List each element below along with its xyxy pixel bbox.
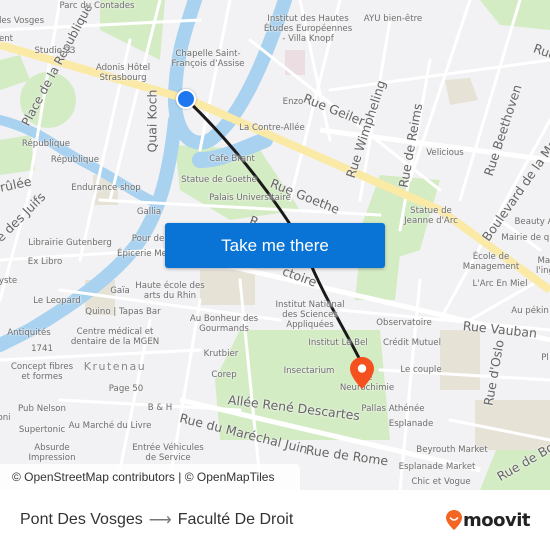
place-label: Concept fibres et formes	[10, 362, 74, 382]
place-label: Chic et Vogue	[411, 477, 471, 487]
place-label: Gallia	[136, 207, 162, 217]
place-label: Centre médical et dentaire de la MGEN	[70, 327, 160, 347]
place-label: AYU bien-être	[363, 14, 423, 24]
origin-stop-name: Pont Des Vosges	[20, 511, 143, 528]
place-label: Statue de Jeanne d'Arc	[404, 206, 458, 226]
street-label: Quai Koch	[144, 89, 160, 153]
take-me-there-button[interactable]: Take me there	[165, 223, 385, 268]
place-label: Statue de Goethe	[181, 175, 257, 185]
moovit-logo: moovit	[446, 507, 531, 533]
place-label: Velicious	[426, 148, 464, 158]
place-label: Esplanade	[388, 419, 434, 429]
moovit-pin-icon	[446, 510, 462, 530]
place-label: Institut Le Bel	[308, 338, 368, 348]
place-label: Gaïa	[110, 286, 130, 296]
place-label: République	[50, 155, 100, 165]
place-label: Haute école des arts du Rhin	[135, 281, 205, 301]
place-label: Au pékin	[511, 306, 549, 316]
place-label: Crédit Mutuel	[383, 338, 441, 348]
destination-stop-name: Faculté De Droit	[177, 511, 294, 528]
place-label: Absurde Impression	[28, 443, 76, 463]
place-label: Pallas Athénée	[361, 404, 425, 414]
place-label: Mairie de qu	[501, 233, 550, 243]
place-label: oni	[0, 413, 11, 423]
place-label: Épicerie Me	[117, 249, 167, 259]
place-label: ent	[0, 34, 14, 44]
place-label: Pour de	[131, 234, 165, 244]
place-label: Quino | Tapas Bar	[85, 307, 161, 317]
place-label: Beyrouth Market	[416, 445, 488, 455]
place-label: Institut des Hautes Études Européennes -…	[263, 14, 353, 44]
place-label: Cafe Brant	[209, 154, 255, 164]
place-label: Endurance shop	[71, 183, 141, 193]
map-attribution: © OpenStreetMap contributors | © OpenMap…	[0, 464, 300, 490]
place-label: École de Management	[462, 252, 520, 272]
place-label: des Vosges	[0, 16, 45, 26]
place-label: Pub Nelson	[18, 404, 66, 414]
place-label: Adonis Hôtel Strasbourg	[95, 63, 151, 83]
place-label: Mai l'ing	[535, 256, 550, 276]
place-label: Le Leopard	[33, 296, 81, 306]
place-label: Librairie Gutenberg	[28, 238, 112, 248]
place-label: Krutbier	[203, 349, 239, 359]
place-label: Page 50	[108, 384, 144, 394]
place-label: Ex Libro	[27, 257, 63, 267]
map-view[interactable]: Place de la République Quai Koch Rue Gei…	[0, 0, 550, 490]
place-label: Parc du Contades	[59, 1, 135, 11]
place-label: yste	[0, 276, 18, 286]
place-label: L'Arc En Miel	[472, 279, 528, 289]
brand-name: moovit	[463, 509, 531, 531]
place-label: La Contre-Allée	[239, 123, 305, 133]
place-label: République	[21, 139, 71, 149]
place-label: Le couple	[400, 365, 442, 375]
place-label: Enzo	[282, 97, 304, 107]
place-label: 1741	[31, 344, 53, 354]
place-label: Corep	[211, 370, 237, 380]
place-label: Supertonic	[18, 425, 66, 435]
place-label: Observatoire	[376, 318, 432, 328]
origin-marker[interactable]	[176, 89, 196, 109]
place-label: Au Bonheur des Gourmands	[189, 314, 259, 334]
place-label: Beauty A	[514, 217, 550, 227]
district-label: Krutenau	[83, 360, 147, 373]
place-label: Studio 23	[34, 46, 76, 56]
arrow-right-icon: ⟶	[148, 512, 172, 529]
place-label: Entrée Véhicules de Service	[132, 443, 204, 463]
place-label: B & H	[147, 403, 173, 413]
place-label: Institut National des Sciences Appliquée…	[275, 300, 345, 330]
place-label: Esplanade Market	[398, 462, 476, 472]
destination-marker-icon[interactable]	[350, 357, 374, 389]
place-label: Au Marché du Livre	[68, 421, 152, 431]
place-label: Chapelle Saint- François d'Assise	[171, 49, 245, 69]
place-label: Palais Universitaire	[209, 193, 291, 203]
place-label: Pl	[541, 353, 549, 363]
place-label: Antiquités	[7, 328, 51, 338]
place-label: Insectarium	[283, 366, 335, 376]
